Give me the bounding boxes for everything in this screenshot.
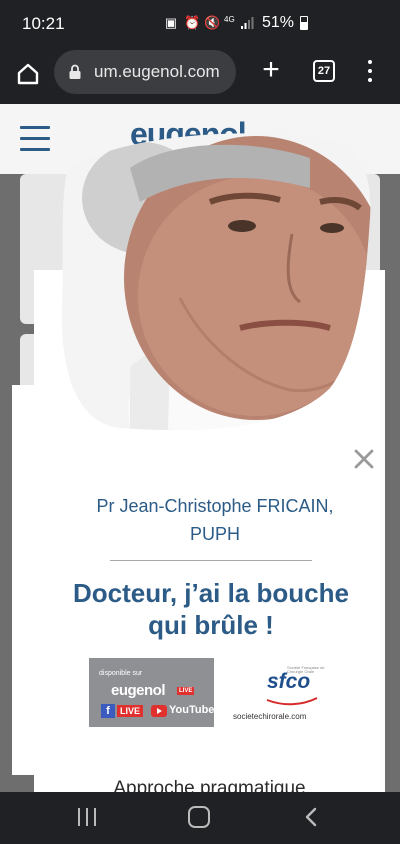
speaker-title: PUPH: [189, 524, 240, 544]
mute-icon: 🔇: [204, 15, 221, 30]
hamburger-menu-button[interactable]: [20, 126, 50, 151]
menu-dot-icon: [368, 78, 372, 82]
sfco-swoosh-icon: [266, 697, 318, 706]
alarm-icon: ⏰: [184, 15, 201, 30]
webinar-title: Docteur, j’ai la bouche qui brûle !: [56, 577, 366, 641]
lock-icon: [69, 64, 81, 79]
status-time: 10:21: [22, 14, 65, 33]
youtube-label: YouTube: [169, 704, 215, 716]
live-badge: LIVE: [177, 687, 195, 695]
status-icons: ▣ ⏰ 🔇 4G 51%: [164, 14, 309, 32]
menu-dot-icon: [368, 60, 372, 64]
home-nav-button[interactable]: [188, 806, 210, 828]
sfco-url: societechirorale.com: [233, 712, 307, 721]
available-on-label: disponible sur: [99, 670, 143, 677]
new-tab-button[interactable]: +: [258, 55, 284, 85]
battery-percent: 51%: [262, 14, 295, 31]
facebook-live-label: LIVE: [117, 705, 144, 717]
facebook-icon: f: [101, 704, 115, 718]
menu-dot-icon: [368, 69, 372, 73]
signal-icon: [240, 16, 254, 30]
back-icon: [305, 807, 317, 827]
screen: 10:21 ▣ ⏰ 🔇 4G 51% um.eugenol.com + 27 e…: [0, 0, 400, 844]
network-type-label: 4G: [224, 15, 235, 24]
speaker-credit: Pr Jean-Christophe FRICAIN, PUPH: [60, 492, 370, 548]
battery-icon: [300, 16, 309, 30]
status-bar: 10:21 ▣ ⏰ 🔇 4G 51%: [0, 0, 400, 48]
home-icon: [17, 63, 39, 85]
browser-toolbar: um.eugenol.com + 27: [0, 48, 400, 104]
notification-icon: ▣: [164, 15, 178, 30]
address-bar[interactable]: um.eugenol.com: [54, 50, 236, 94]
speaker-name: Pr Jean-Christophe FRICAIN,: [96, 496, 334, 516]
webinar-title-line-2: qui brûle !: [148, 610, 274, 640]
system-nav-bar: [0, 792, 400, 844]
close-modal-button[interactable]: [352, 447, 376, 471]
back-button[interactable]: [301, 806, 321, 828]
modal-panel-edge: [12, 385, 62, 775]
youtube-icon: [151, 705, 167, 717]
plus-icon: +: [262, 53, 280, 86]
tab-switcher-button[interactable]: 27: [313, 60, 335, 82]
divider: [110, 560, 312, 561]
close-icon: [354, 449, 374, 469]
eugenol-logo: eugenol: [111, 682, 166, 699]
webinar-title-line-1: Docteur, j’ai la bouche: [73, 578, 349, 608]
browser-menu-button[interactable]: [360, 58, 380, 84]
home-button[interactable]: [14, 60, 42, 88]
recents-button[interactable]: [76, 808, 98, 826]
sfco-logo-block[interactable]: Société Française de Chirurgie Orale sfc…: [231, 662, 325, 726]
speaker-portrait: [61, 133, 371, 430]
sfco-logo: sfco: [267, 670, 311, 693]
url-text: um.eugenol.com: [94, 62, 220, 81]
eugenol-live-banner[interactable]: disponible sur eugenol LIVE f LIVE YouTu…: [89, 658, 214, 727]
